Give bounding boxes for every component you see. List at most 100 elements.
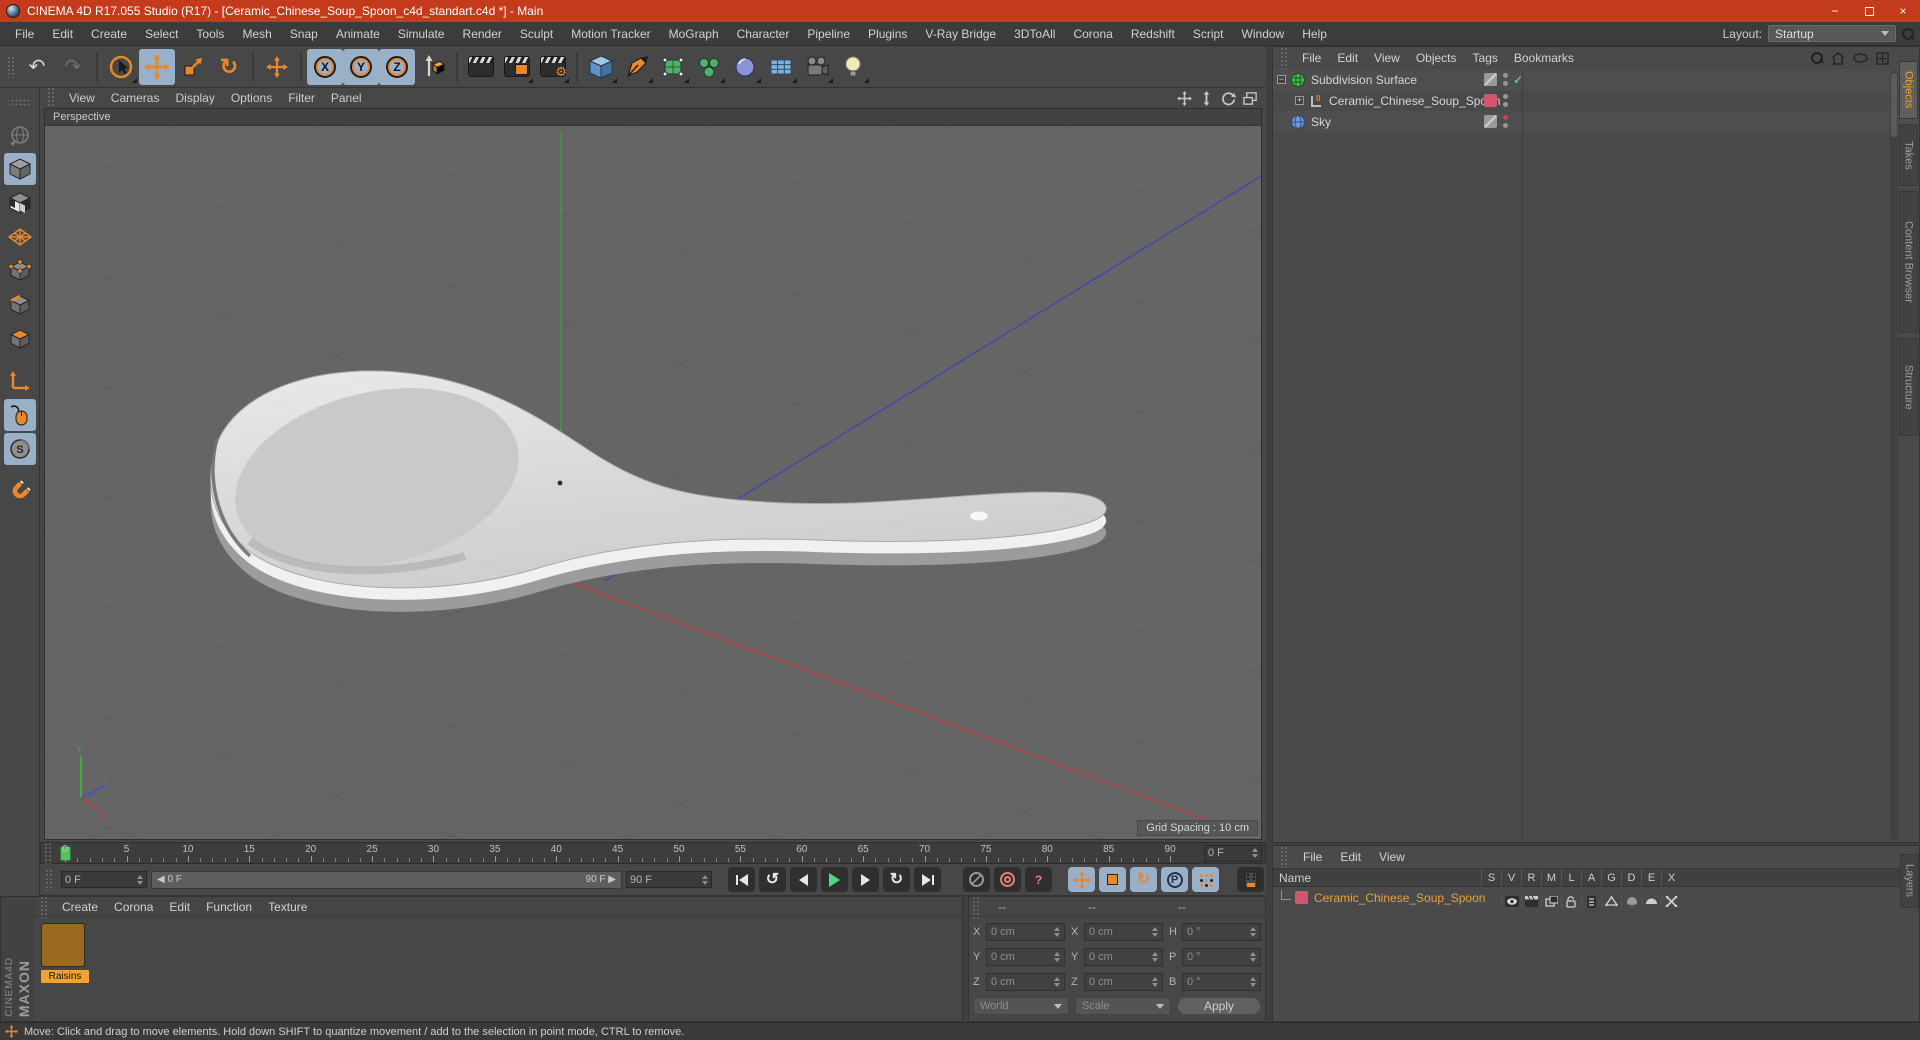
- render-toggle-icon[interactable]: [1525, 896, 1538, 907]
- home-icon[interactable]: [1831, 51, 1845, 65]
- layer-color-swatch[interactable]: [1295, 891, 1308, 904]
- viewport-grip[interactable]: [47, 87, 56, 109]
- menu-item[interactable]: Render: [454, 24, 511, 44]
- manager-toggle-icon[interactable]: [1545, 896, 1558, 907]
- viewport-menu-item[interactable]: Panel: [323, 89, 370, 107]
- column-header[interactable]: V: [1501, 869, 1521, 886]
- pos-z-field[interactable]: 0 cm: [986, 973, 1065, 991]
- column-header[interactable]: X: [1661, 869, 1681, 886]
- previous-key-button[interactable]: ↺: [759, 867, 786, 892]
- start-frame-field[interactable]: 0 F: [61, 871, 147, 888]
- object-manager-grip[interactable]: [1280, 47, 1289, 69]
- view-toggle-icon[interactable]: [1504, 896, 1519, 907]
- stepper-icon[interactable]: [1252, 848, 1258, 858]
- menu-item[interactable]: Snap: [281, 24, 327, 44]
- column-header[interactable]: M: [1541, 869, 1561, 886]
- pos-y-field[interactable]: 0 cm: [986, 948, 1065, 966]
- animation-toggle-icon[interactable]: [1586, 896, 1597, 908]
- tab-objects[interactable]: Objects: [1899, 61, 1918, 119]
- layer-color-tag[interactable]: [1484, 94, 1497, 107]
- viewport-menu-item[interactable]: Cameras: [103, 89, 168, 107]
- menu-item[interactable]: Sculpt: [511, 24, 562, 44]
- previous-frame-button[interactable]: [790, 867, 817, 892]
- edges-mode-button[interactable]: [4, 289, 36, 321]
- workplane-mode-button[interactable]: [4, 221, 36, 253]
- menu-item[interactable]: Pipeline: [798, 24, 859, 44]
- tab-content-browser[interactable]: Content Browser: [1899, 191, 1918, 333]
- material-menu-item[interactable]: Function: [198, 898, 260, 916]
- points-mode-button[interactable]: [4, 255, 36, 287]
- menu-item[interactable]: Edit: [43, 24, 82, 44]
- add-primitive-cube-button[interactable]: [583, 49, 619, 85]
- play-button[interactable]: [821, 867, 848, 892]
- next-frame-button[interactable]: [852, 867, 879, 892]
- coordinate-system-button[interactable]: [415, 49, 451, 85]
- layer-menu-item[interactable]: View: [1370, 847, 1414, 867]
- visibility-dots[interactable]: [1503, 94, 1508, 107]
- light-button[interactable]: [835, 49, 871, 85]
- menu-item[interactable]: Window: [1233, 24, 1294, 44]
- eye-icon[interactable]: [1853, 53, 1868, 63]
- menu-item[interactable]: Animate: [327, 24, 389, 44]
- object-row-sky[interactable]: Sky: [1273, 111, 1919, 132]
- tab-structure[interactable]: Structure: [1899, 338, 1918, 436]
- tab-takes[interactable]: Takes: [1899, 124, 1918, 186]
- record-scale-button[interactable]: [1099, 867, 1126, 892]
- material-menu-item[interactable]: Create: [54, 898, 106, 916]
- goto-end-button[interactable]: [914, 867, 941, 892]
- menu-item[interactable]: Tools: [187, 24, 233, 44]
- generators-toggle-icon[interactable]: [1605, 896, 1618, 908]
- coordinates-grip[interactable]: [972, 895, 981, 918]
- menu-item[interactable]: 3DToAll: [1005, 24, 1064, 44]
- material-grip[interactable]: [40, 895, 49, 918]
- camera-button[interactable]: [799, 49, 835, 85]
- close-button[interactable]: ×: [1886, 0, 1920, 22]
- visibility-dots[interactable]: [1503, 73, 1508, 86]
- goto-start-button[interactable]: [728, 867, 755, 892]
- object-manager-menu-item[interactable]: Edit: [1329, 49, 1366, 67]
- object-row-subdivision-surface[interactable]: − Subdivision Surface ✓: [1273, 69, 1919, 90]
- size-z-field[interactable]: 0 cm: [1084, 973, 1163, 991]
- enable-axis-button[interactable]: [4, 365, 36, 397]
- size-x-field[interactable]: 0 cm: [1084, 923, 1163, 941]
- menu-item[interactable]: MoGraph: [660, 24, 728, 44]
- render-tag-icon[interactable]: [1484, 115, 1497, 128]
- object-row-spoon[interactable]: + 0 Ceramic_Chinese_Soup_Spoon: [1273, 90, 1919, 111]
- expand-icon[interactable]: +: [1295, 96, 1304, 105]
- material-menu-item[interactable]: Corona: [106, 898, 161, 916]
- object-manager-menu-item[interactable]: Bookmarks: [1506, 49, 1582, 67]
- menu-item[interactable]: Corona: [1064, 24, 1121, 44]
- search-icon[interactable]: [1811, 52, 1823, 64]
- material-item[interactable]: Raisins: [41, 923, 89, 983]
- menu-item[interactable]: Create: [82, 24, 136, 44]
- scale-tool-button[interactable]: [175, 49, 211, 85]
- rotate-tool-button[interactable]: ↻: [211, 49, 247, 85]
- cloner-button[interactable]: [691, 49, 727, 85]
- column-header[interactable]: R: [1521, 869, 1541, 886]
- column-header[interactable]: S: [1481, 869, 1501, 886]
- transform-mode-dropdown[interactable]: Scale: [1075, 997, 1171, 1015]
- render-tag-icon[interactable]: [1484, 73, 1497, 86]
- toolbar-grip[interactable]: [7, 55, 16, 78]
- animation-grip[interactable]: [45, 868, 54, 891]
- simulation-button[interactable]: [727, 49, 763, 85]
- autokeying-button[interactable]: [994, 867, 1021, 892]
- timeline-window-button[interactable]: [1237, 867, 1264, 892]
- menu-item[interactable]: Redshift: [1122, 24, 1184, 44]
- menu-item[interactable]: Plugins: [859, 24, 916, 44]
- material-menu-item[interactable]: Edit: [161, 898, 198, 916]
- column-header[interactable]: D: [1621, 869, 1641, 886]
- menu-item[interactable]: Select: [136, 24, 187, 44]
- last-used-tool-button[interactable]: [259, 49, 295, 85]
- viewport-menu-item[interactable]: Display: [167, 89, 222, 107]
- material-thumbnail[interactable]: [41, 923, 85, 967]
- axis-lock-x-button[interactable]: X: [307, 48, 343, 85]
- next-key-button[interactable]: ↻: [883, 867, 910, 892]
- expressions-toggle-icon[interactable]: [1645, 896, 1658, 905]
- record-parameter-button[interactable]: P: [1161, 867, 1188, 892]
- menu-item[interactable]: Motion Tracker: [562, 24, 659, 44]
- record-rotation-button[interactable]: ↻: [1130, 867, 1157, 892]
- menu-item[interactable]: Simulate: [389, 24, 454, 44]
- column-header[interactable]: G: [1601, 869, 1621, 886]
- stepper-icon[interactable]: [702, 874, 708, 885]
